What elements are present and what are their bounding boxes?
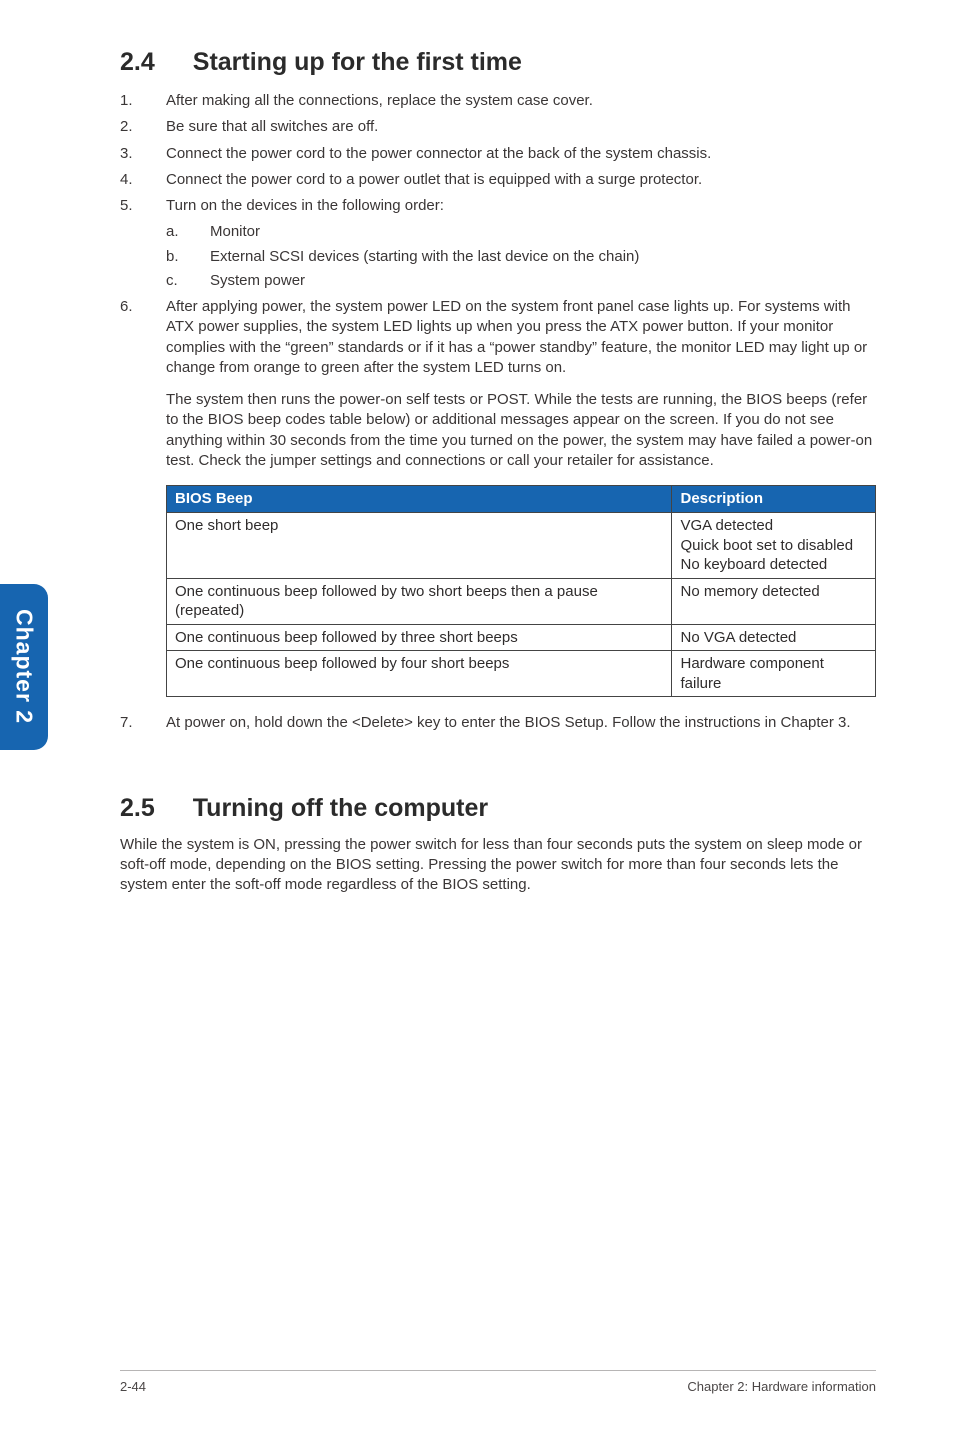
- cell-r3c2: No VGA detected: [672, 624, 876, 651]
- page-footer: 2-44 Chapter 2: Hardware information: [120, 1370, 876, 1394]
- steps-list: After making all the connections, replac…: [120, 91, 876, 734]
- th-bios-beep: BIOS Beep: [167, 486, 672, 513]
- heading-2-5: 2.5 Turning off the computer: [120, 794, 876, 823]
- step-5a-text: Monitor: [210, 223, 260, 240]
- step-3-text: Connect the power cord to the power conn…: [166, 145, 711, 162]
- step-5a: a. Monitor: [166, 222, 876, 242]
- cell-r1c1: One short beep: [167, 513, 672, 579]
- step-5: Turn on the devices in the following ord…: [120, 196, 876, 291]
- step-2: Be sure that all switches are off.: [120, 117, 876, 137]
- step-5b-text: External SCSI devices (starting with the…: [210, 248, 639, 265]
- table-row: One short beep VGA detected Quick boot s…: [167, 513, 876, 579]
- step-6-text-a: After applying power, the system power L…: [166, 298, 867, 376]
- step-5b-letter: b.: [166, 247, 179, 267]
- step-5-text: Turn on the devices in the following ord…: [166, 197, 444, 214]
- table-row: One continuous beep followed by two shor…: [167, 578, 876, 624]
- footer-page-number: 2-44: [120, 1379, 146, 1394]
- table-row: One continuous beep followed by three sh…: [167, 624, 876, 651]
- cell-r2c1: One continuous beep followed by two shor…: [167, 578, 672, 624]
- table-header-row: BIOS Beep Description: [167, 486, 876, 513]
- cell-r1c2-l2: Quick boot set to disabled: [680, 537, 853, 554]
- step-4-text: Connect the power cord to a power outlet…: [166, 171, 702, 188]
- bios-beep-table: BIOS Beep Description One short beep VGA…: [166, 485, 876, 697]
- heading-2-4: 2.4 Starting up for the first time: [120, 48, 876, 77]
- heading-2-4-num: 2.4: [120, 48, 155, 77]
- cell-r1c2: VGA detected Quick boot set to disabled …: [672, 513, 876, 579]
- heading-2-4-title: Starting up for the first time: [193, 48, 522, 76]
- step-3: Connect the power cord to the power conn…: [120, 144, 876, 164]
- step-1: After making all the connections, replac…: [120, 91, 876, 111]
- cell-r1c2-l1: VGA detected: [680, 517, 773, 534]
- step-7: At power on, hold down the <Delete> key …: [120, 713, 876, 733]
- step-5a-letter: a.: [166, 222, 179, 242]
- th-description: Description: [672, 486, 876, 513]
- section-2-5-body: While the system is ON, pressing the pow…: [120, 835, 876, 896]
- step-4: Connect the power cord to a power outlet…: [120, 170, 876, 190]
- step-2-text: Be sure that all switches are off.: [166, 118, 378, 135]
- step-6-text-b: The system then runs the power-on self t…: [166, 390, 876, 471]
- step-7-text: At power on, hold down the <Delete> key …: [166, 714, 851, 731]
- footer-chapter-label: Chapter 2: Hardware information: [687, 1379, 876, 1394]
- step-5-sublist: a. Monitor b. External SCSI devices (start…: [166, 222, 876, 291]
- heading-2-5-title: Turning off the computer: [193, 794, 488, 822]
- step-6: After applying power, the system power L…: [120, 297, 876, 697]
- step-5c-letter: c.: [166, 271, 178, 291]
- cell-r4c2: Hardware component failure: [672, 651, 876, 697]
- page-content: 2.4 Starting up for the first time After …: [0, 0, 954, 1438]
- step-5c: c. System power: [166, 271, 876, 291]
- cell-r1c2-l3: No keyboard detected: [680, 556, 827, 573]
- step-1-text: After making all the connections, replac…: [166, 92, 593, 109]
- step-5b: b. External SCSI devices (starting with t…: [166, 247, 876, 267]
- cell-r2c2: No memory detected: [672, 578, 876, 624]
- heading-2-5-num: 2.5: [120, 794, 155, 823]
- cell-r4c1: One continuous beep followed by four sho…: [167, 651, 672, 697]
- step-5c-text: System power: [210, 272, 305, 289]
- table-row: One continuous beep followed by four sho…: [167, 651, 876, 697]
- cell-r3c1: One continuous beep followed by three sh…: [167, 624, 672, 651]
